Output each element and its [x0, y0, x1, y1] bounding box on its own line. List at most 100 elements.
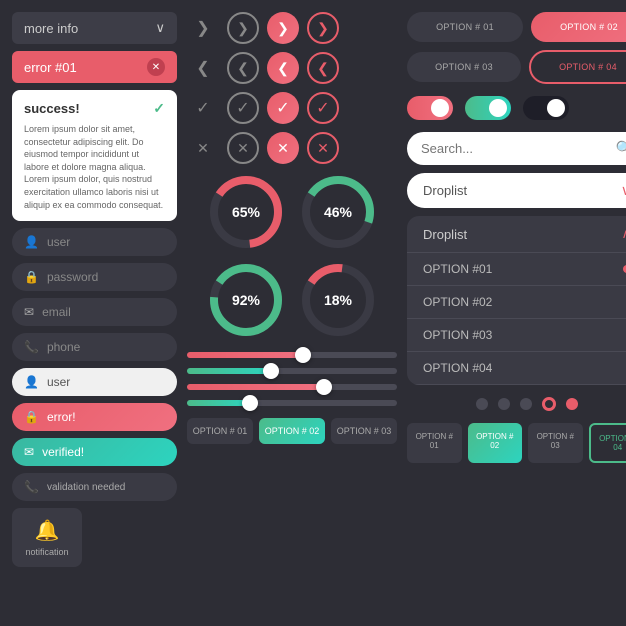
x-row: ✕ ✕ ✕ ✕: [187, 132, 397, 164]
tab-middle-2[interactable]: OPTION # 02: [259, 418, 325, 444]
droplist-label: Droplist: [423, 183, 467, 198]
tab-right-2[interactable]: OPTION # 02: [468, 423, 523, 463]
input-verified[interactable]: ✉ verified!: [12, 438, 177, 466]
option-btn-03[interactable]: OPTION # 03: [407, 52, 521, 82]
chevron-right-filled[interactable]: ❯: [267, 12, 299, 44]
input-user[interactable]: 👤 user: [12, 228, 177, 256]
check-outlined[interactable]: ✓: [227, 92, 259, 124]
chevron-right-outlined[interactable]: ❯: [227, 12, 259, 44]
check-filled[interactable]: ✓: [267, 92, 299, 124]
middle-column: ❯ ❯ ❯ ❯ ❮ ❮ ❮ ❮ ✓ ✓ ✓ ✓ ✕ ✕ ✕ ✕: [187, 12, 397, 614]
search-input[interactable]: [421, 141, 608, 156]
input-verified-label: verified!: [42, 445, 84, 459]
input-phone[interactable]: 📞 phone: [12, 333, 177, 361]
slider-thumb-4[interactable]: [242, 395, 258, 411]
tab-middle-3[interactable]: OPTION # 03: [331, 418, 397, 444]
chevron-left-filled[interactable]: ❮: [267, 52, 299, 84]
radio-dot-4-active[interactable]: [542, 397, 556, 411]
search-box[interactable]: 🔍: [407, 132, 626, 165]
chevron-right-outline-pink[interactable]: ❯: [307, 12, 339, 44]
success-card: success! ✓ Lorem ipsum dolor sit amet, c…: [12, 90, 177, 221]
lock-icon2: 🔒: [24, 410, 39, 424]
close-icon[interactable]: ✕: [147, 58, 165, 76]
slider-track-2: [187, 368, 397, 374]
slider-track-4: [187, 400, 397, 406]
chevron-right-row: ❯ ❯ ❯ ❯: [187, 12, 397, 44]
droplist-item-2[interactable]: OPTION #02: [407, 286, 626, 319]
option-btn-02[interactable]: OPTION # 02: [531, 12, 626, 42]
slider-thumb-3[interactable]: [316, 379, 332, 395]
input-email[interactable]: ✉ email: [12, 298, 177, 326]
dropdown-more-info[interactable]: more info ∨: [12, 12, 177, 44]
tab-middle-1[interactable]: OPTION # 01: [187, 418, 253, 444]
chevron-left-outline-pink[interactable]: ❮: [307, 52, 339, 84]
radio-dot-2[interactable]: [498, 398, 510, 410]
toggle-dark[interactable]: [523, 96, 569, 120]
radio-dot-3[interactable]: [520, 398, 532, 410]
slider-thumb-1[interactable]: [295, 347, 311, 363]
toggle-pink[interactable]: [407, 96, 453, 120]
email-icon2: ✉: [24, 445, 34, 459]
check-flat[interactable]: ✓: [187, 92, 219, 124]
option-btn-04[interactable]: OPTION # 04: [529, 50, 626, 84]
chevron-left-flat[interactable]: ❮: [187, 52, 219, 84]
input-password[interactable]: 🔒 password: [12, 263, 177, 291]
radio-dot-5[interactable]: [566, 398, 578, 410]
droplist-open: Droplist ∧ OPTION #01 OPTION #02 OPTION …: [407, 216, 626, 385]
chevron-right-flat[interactable]: ❯: [187, 12, 219, 44]
option-btn-01[interactable]: OPTION # 01: [407, 12, 523, 42]
bottom-tabs-middle: OPTION # 01 OPTION # 02 OPTION # 03: [187, 418, 397, 444]
tab-right-1[interactable]: OPTION # 01: [407, 423, 462, 463]
pie-chart-92: 92%: [206, 260, 286, 340]
email-icon: ✉: [24, 305, 34, 319]
x-filled[interactable]: ✕: [267, 132, 299, 164]
pie-row-2: 92% 18%: [187, 260, 397, 340]
slider-group: [187, 348, 397, 410]
input-user2[interactable]: 👤 user: [12, 368, 177, 396]
pie-chart-46: 46%: [298, 172, 378, 252]
droplist-header[interactable]: Droplist ∧: [407, 216, 626, 253]
toggle-green[interactable]: [465, 96, 511, 120]
slider-fill-2: [187, 368, 271, 374]
droplist-item-3-label: OPTION #03: [423, 328, 492, 342]
check-icon: ✓: [153, 100, 165, 117]
input-user2-label: user: [47, 375, 70, 389]
x-outline-pink[interactable]: ✕: [307, 132, 339, 164]
chevron-down-icon: ∨: [155, 20, 165, 36]
x-flat[interactable]: ✕: [187, 132, 219, 164]
input-email-label: email: [42, 305, 71, 319]
chevron-left-outlined[interactable]: ❮: [227, 52, 259, 84]
droplist-item-3[interactable]: OPTION #03: [407, 319, 626, 352]
user-icon2: 👤: [24, 375, 39, 389]
toggle-row: [407, 92, 626, 124]
tab-right-3[interactable]: OPTION # 03: [528, 423, 583, 463]
check-outline-pink[interactable]: ✓: [307, 92, 339, 124]
pie-label-18: 18%: [324, 292, 352, 308]
input-phone-label: phone: [47, 340, 80, 354]
pie-chart-65: 65%: [206, 172, 286, 252]
chevron-down-icon: ∨: [621, 182, 626, 199]
slider-track-3: [187, 384, 397, 390]
input-error[interactable]: 🔒 error!: [12, 403, 177, 431]
x-outlined[interactable]: ✕: [227, 132, 259, 164]
input-error-label: error!: [47, 410, 76, 424]
toggle-knob-green: [489, 99, 507, 117]
droplist-item-1[interactable]: OPTION #01: [407, 253, 626, 286]
pie-row-1: 65% 46%: [187, 172, 397, 252]
option-row-1: OPTION # 01 OPTION # 02: [407, 12, 626, 42]
phone-icon: 📞: [24, 340, 39, 354]
radio-row: [407, 393, 626, 415]
droplist-closed[interactable]: Droplist ∨: [407, 173, 626, 208]
input-validation[interactable]: 📞 validation needed: [12, 473, 177, 501]
error-badge[interactable]: error #01 ✕: [12, 51, 177, 83]
radio-dot-1[interactable]: [476, 398, 488, 410]
notification-button[interactable]: 🔔 notification: [12, 508, 82, 567]
tab-right-4[interactable]: OPTION # 04: [589, 423, 626, 463]
pie-label-46: 46%: [324, 204, 352, 220]
pie-label-65: 65%: [232, 204, 260, 220]
user-icon: 👤: [24, 235, 39, 249]
droplist-item-4[interactable]: OPTION #04: [407, 352, 626, 385]
left-column: more info ∨ error #01 ✕ success! ✓ Lorem…: [12, 12, 177, 614]
option-row-2: OPTION # 03 OPTION # 04: [407, 50, 626, 84]
slider-thumb-2[interactable]: [263, 363, 279, 379]
